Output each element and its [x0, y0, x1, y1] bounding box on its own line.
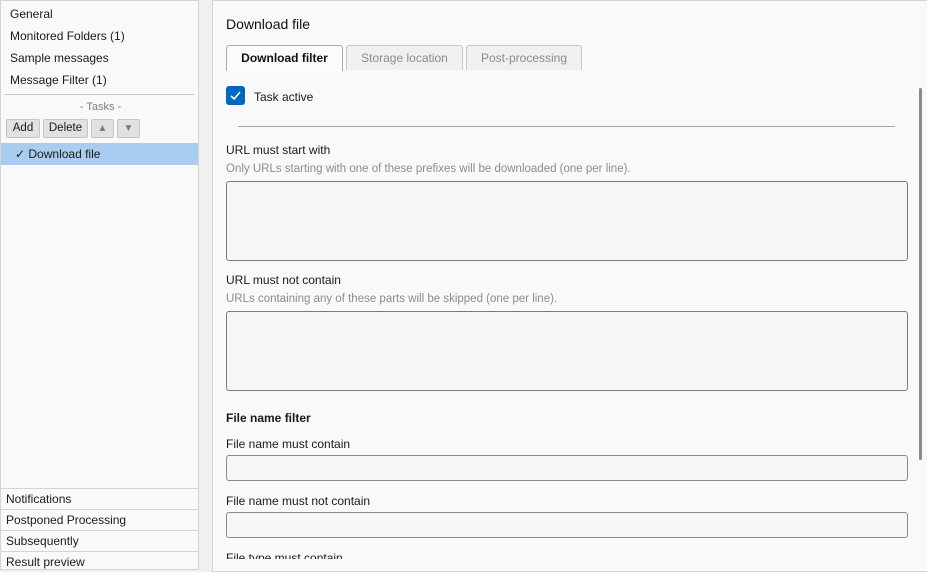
tab-storage-location[interactable]: Storage location: [346, 45, 463, 70]
checkmark-icon: [229, 89, 242, 105]
sidebar-divider: [5, 94, 194, 95]
url-start-label: URL must start with: [226, 143, 331, 157]
tasks-section-label: - Tasks -: [79, 101, 122, 113]
sidebar-item-sample-messages[interactable]: Sample messages: [10, 51, 109, 65]
move-up-button[interactable]: ▲: [91, 119, 114, 138]
sidebar-item-postponed-processing[interactable]: Postponed Processing: [1, 509, 198, 530]
add-task-button[interactable]: Add: [6, 119, 40, 138]
task-item-label: ✓ Download file: [15, 147, 101, 161]
tab-download-filter[interactable]: Download filter: [226, 45, 343, 71]
file-name-not-contain-input[interactable]: [226, 512, 908, 538]
move-down-button[interactable]: ▼: [117, 119, 140, 138]
url-start-hint: Only URLs starting with one of these pre…: [226, 163, 631, 175]
task-active-checkbox[interactable]: [226, 86, 245, 105]
sidebar-item-monitored-folders[interactable]: Monitored Folders (1): [10, 29, 125, 43]
url-not-contain-hint: URLs containing any of these parts will …: [226, 293, 558, 305]
file-name-not-contain-label: File name must not contain: [226, 494, 371, 508]
sidebar-item-general[interactable]: General: [10, 7, 53, 21]
sidebar-item-notifications[interactable]: Notifications: [1, 488, 198, 509]
task-item-download-file[interactable]: ✓ Download file: [1, 143, 198, 165]
file-type-contain-label: File type must contain: [226, 551, 343, 559]
url-not-contain-textarea[interactable]: [226, 311, 908, 391]
sidebar-item-subsequently[interactable]: Subsequently: [1, 530, 198, 551]
settings-sidebar: General Monitored Folders (1) Sample mes…: [0, 0, 199, 570]
tab-post-processing[interactable]: Post-processing: [466, 45, 582, 70]
url-not-contain-label: URL must not contain: [226, 273, 341, 287]
sidebar-item-message-filter[interactable]: Message Filter (1): [10, 73, 107, 87]
file-name-filter-heading: File name filter: [226, 411, 311, 425]
url-start-textarea[interactable]: [226, 181, 908, 261]
task-active-label: Task active: [254, 90, 314, 104]
task-editor-panel: Download file Download filter Storage lo…: [212, 0, 927, 572]
sidebar-item-result-preview[interactable]: Result preview: [1, 551, 198, 572]
file-name-contain-input[interactable]: [226, 455, 908, 481]
clipped-content-area: File type must contain: [213, 549, 913, 559]
file-name-contain-label: File name must contain: [226, 437, 351, 451]
page-title: Download file: [226, 16, 311, 32]
delete-task-button[interactable]: Delete: [43, 119, 88, 138]
section-divider: [238, 126, 895, 127]
vertical-scrollbar[interactable]: [919, 88, 922, 460]
